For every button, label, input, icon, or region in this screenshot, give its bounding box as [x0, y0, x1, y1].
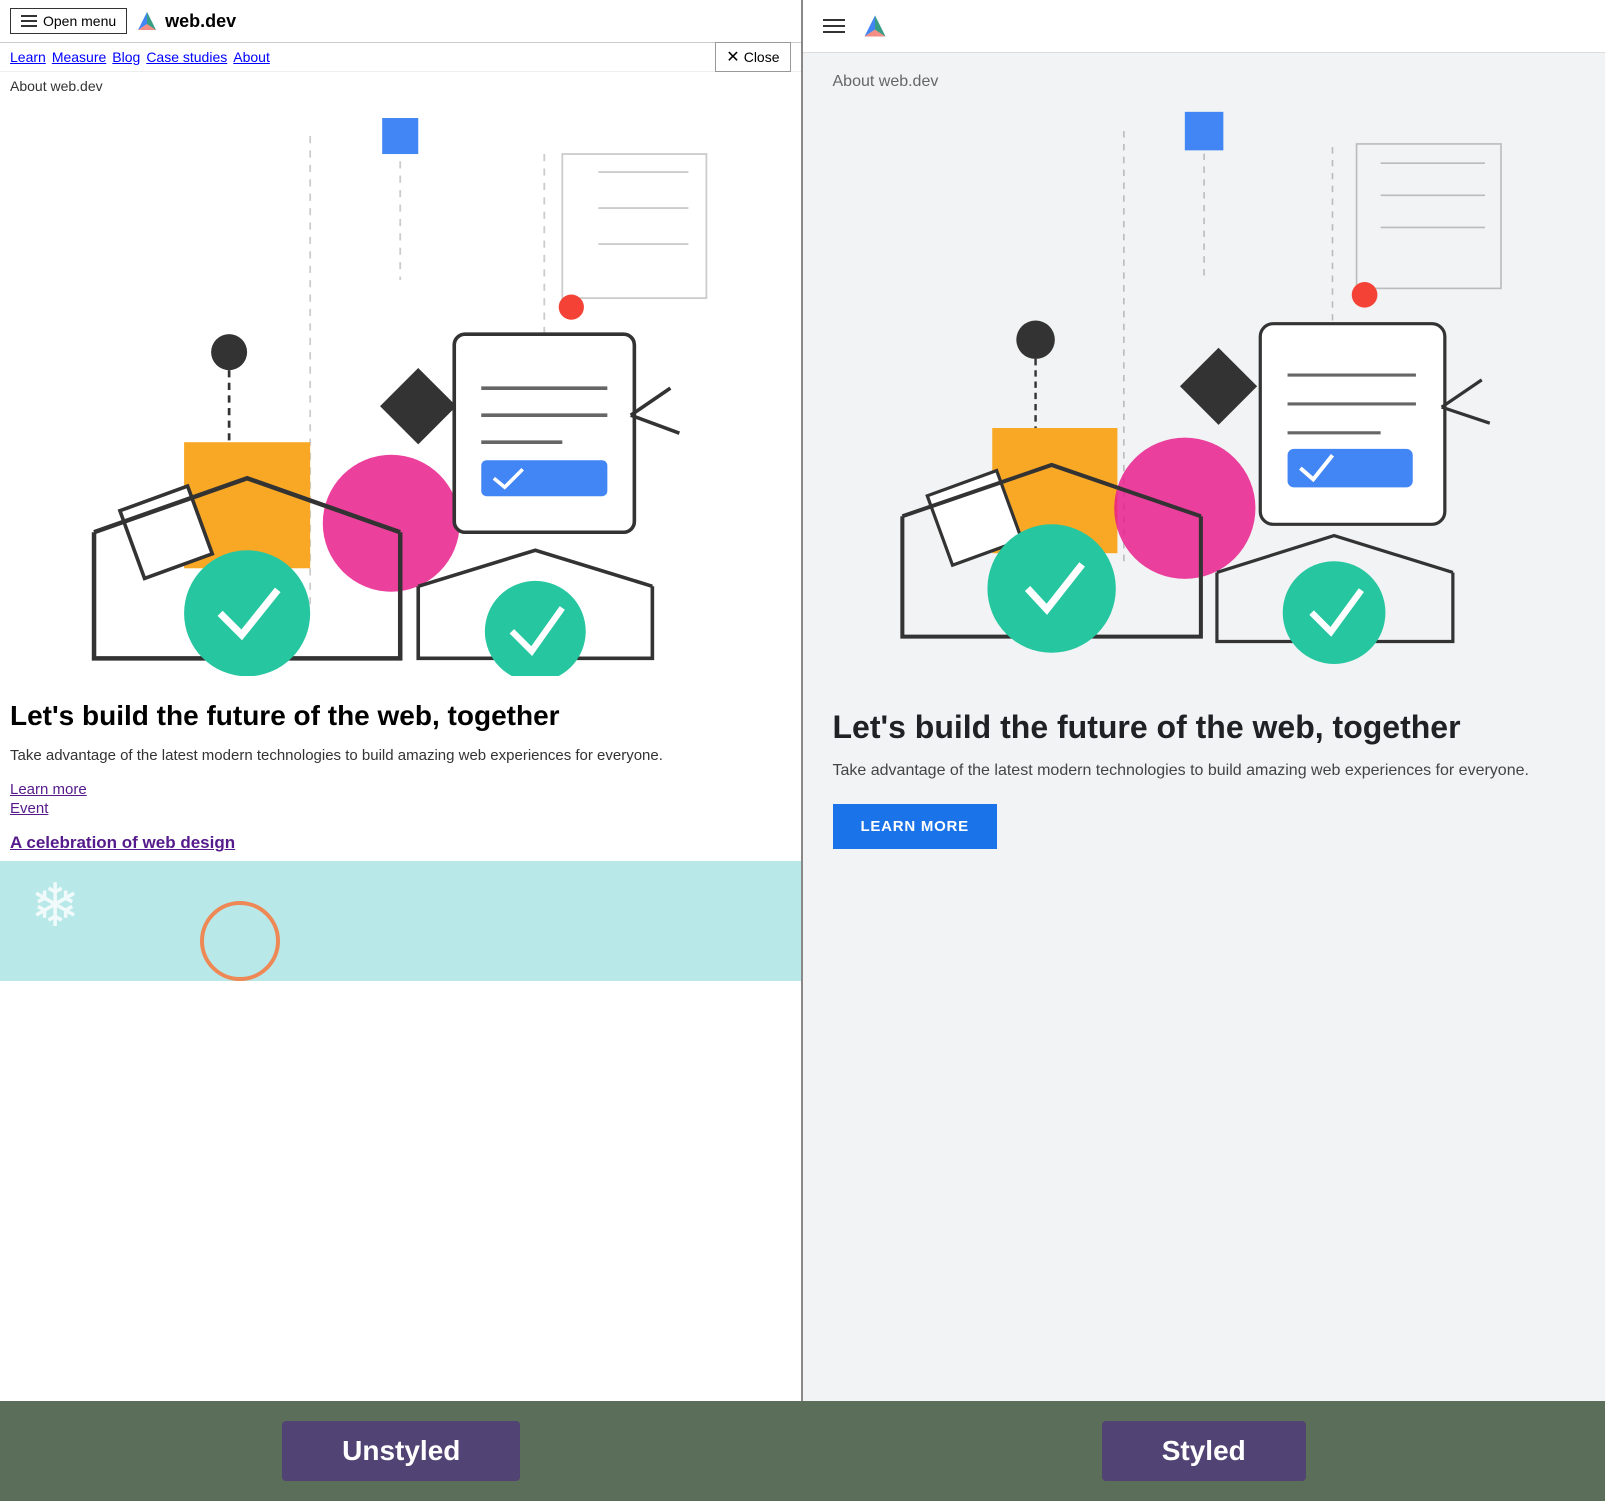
nav-learn[interactable]: Learn	[10, 49, 46, 65]
hamburger-icon	[21, 15, 37, 27]
nav-case-studies[interactable]: Case studies	[146, 49, 227, 65]
close-label: Close	[744, 49, 780, 65]
unstyled-label: Unstyled	[282, 1421, 520, 1481]
hero-desc-unstyled: Take advantage of the latest modern tech…	[0, 739, 801, 774]
site-name: web.dev	[165, 11, 236, 32]
about-label-styled: About web.dev	[803, 53, 1605, 99]
styled-panel: About web.dev	[803, 0, 1605, 1401]
nav-about[interactable]: About	[233, 49, 270, 65]
learn-more-button[interactable]: LEARN MORE	[833, 804, 997, 849]
nav-blog[interactable]: Blog	[112, 49, 140, 65]
event-link[interactable]: Event	[10, 800, 791, 817]
hero-illustration-unstyled	[40, 100, 760, 681]
logo-icon	[135, 9, 159, 33]
close-x-icon: ✕	[726, 47, 739, 67]
styled-header	[803, 0, 1605, 53]
links-unstyled: Learn more Event	[0, 773, 801, 825]
orange-circle-decoration	[200, 901, 280, 981]
label-styled-container: Styled	[803, 1401, 1605, 1501]
hero-title-unstyled: Let's build the future of the web, toget…	[0, 689, 801, 739]
celebration-link-container: A celebration of web design	[0, 825, 801, 861]
labels-row: Unstyled Styled	[0, 1401, 1605, 1501]
hero-illustration-styled	[851, 99, 1557, 682]
close-button[interactable]: ✕ Close	[715, 42, 790, 72]
styled-logo-icon	[861, 12, 889, 40]
celebration-link[interactable]: A celebration of web design	[10, 833, 235, 852]
hero-desc-styled: Take advantage of the latest modern tech…	[803, 758, 1605, 804]
unstyled-panel: Open menu web.dev Learn Measure Blog Cas…	[0, 0, 803, 1401]
hero-title-styled: Let's build the future of the web, toget…	[803, 698, 1605, 758]
styled-label: Styled	[1102, 1421, 1306, 1481]
nav-links-bar: Learn Measure Blog Case studies About ✕ …	[0, 43, 801, 72]
about-label-unstyled: About web.dev	[0, 72, 801, 100]
unstyled-header: Open menu web.dev	[0, 0, 801, 43]
styled-hamburger-icon[interactable]	[823, 19, 845, 33]
menu-button-label: Open menu	[43, 13, 116, 29]
menu-button[interactable]: Open menu	[10, 8, 127, 34]
snowflake-decoration: ❄	[30, 871, 80, 941]
site-logo: web.dev	[135, 9, 236, 33]
bottom-preview: ❄	[0, 861, 801, 981]
learn-more-link[interactable]: Learn more	[10, 781, 791, 798]
nav-measure[interactable]: Measure	[52, 49, 106, 65]
label-unstyled-container: Unstyled	[0, 1401, 803, 1501]
